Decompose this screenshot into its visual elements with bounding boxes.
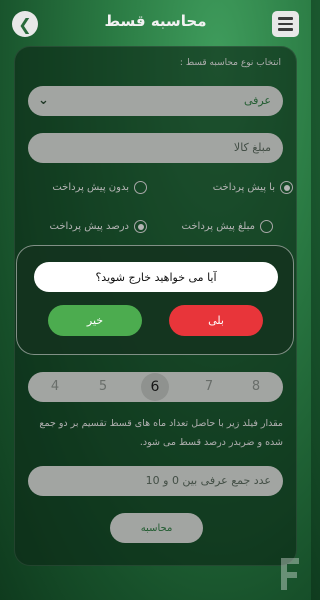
app-bar: ❮ محاسبه قسط [0, 0, 311, 46]
yes-button[interactable]: بلی [169, 305, 263, 336]
page-title: محاسبه قسط [104, 12, 207, 30]
exit-dialog: آیا می خواهید خارج شوید؟ بلی خیر [16, 245, 294, 355]
store-logo-icon [281, 558, 299, 590]
menu-button[interactable] [272, 11, 299, 37]
no-button[interactable]: خیر [48, 305, 142, 336]
dialog-message: آیا می خواهید خارج شوید؟ [34, 262, 278, 292]
hamburger-menu-icon [278, 17, 293, 20]
